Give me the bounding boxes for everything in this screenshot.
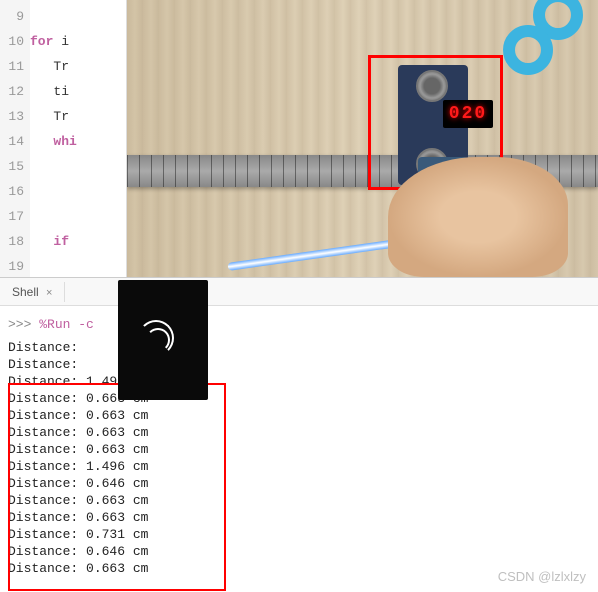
output-line: Distance: 0.663 cm bbox=[8, 492, 590, 509]
output-line: Distance: 0.646 cm bbox=[8, 543, 590, 560]
shell-output[interactable]: >>> %Run -c Distance: Distance: Distance… bbox=[0, 306, 598, 587]
output-line: Distance: 0.663 cm bbox=[8, 441, 590, 458]
photo-overlay: 020 bbox=[127, 0, 598, 277]
hand bbox=[388, 157, 568, 277]
output-line: Distance: bbox=[8, 339, 590, 356]
code-text[interactable]: for i Tr ti Tr whi if bbox=[30, 0, 126, 277]
line-number: 11 bbox=[0, 54, 24, 79]
close-icon[interactable]: × bbox=[46, 287, 52, 299]
line-number-gutter: 9 10 11 12 13 14 15 16 17 18 19 bbox=[0, 0, 30, 277]
code-editor[interactable]: 9 10 11 12 13 14 15 16 17 18 19 for i Tr… bbox=[0, 0, 127, 277]
output-line: Distance: 0.663 cm bbox=[8, 407, 590, 424]
prompt-line: >>> %Run -c bbox=[8, 316, 590, 333]
led-display: 020 bbox=[443, 100, 493, 128]
shell-tab[interactable]: Shell × bbox=[0, 282, 65, 302]
watermark: CSDN @lzlxlzy bbox=[498, 569, 586, 584]
sensor-transducer bbox=[416, 70, 448, 102]
shell-tab-label: Shell bbox=[12, 285, 39, 299]
line-number: 9 bbox=[0, 4, 24, 29]
line-number: 12 bbox=[0, 79, 24, 104]
output-line: Distance: 0.663 cm bbox=[8, 424, 590, 441]
line-number: 10 bbox=[0, 29, 24, 54]
shell-panel: Shell × >>> %Run -c Distance: Distance: … bbox=[0, 278, 598, 592]
line-number: 14 bbox=[0, 129, 24, 154]
line-number: 19 bbox=[0, 254, 24, 277]
line-number: 15 bbox=[0, 154, 24, 179]
line-number: 13 bbox=[0, 104, 24, 129]
shell-tab-bar: Shell × bbox=[0, 278, 598, 306]
run-command: %Run -c bbox=[39, 317, 94, 332]
scissor-handle bbox=[503, 25, 553, 75]
output-line: Distance: 1.496 cm bbox=[8, 458, 590, 475]
output-line: Distance: 0.663 cm bbox=[8, 390, 590, 407]
line-number: 17 bbox=[0, 204, 24, 229]
output-line: Distance: 0.663 cm bbox=[8, 509, 590, 526]
line-number: 16 bbox=[0, 179, 24, 204]
output-line: Distance: 0.731 cm bbox=[8, 526, 590, 543]
rfid-reader bbox=[118, 280, 208, 400]
output-line: Distance: 1.496 cm bbox=[8, 373, 590, 390]
line-number: 18 bbox=[0, 229, 24, 254]
nfc-icon bbox=[138, 320, 174, 356]
output-line: Distance: 0.646 cm bbox=[8, 475, 590, 492]
prompt-symbol: >>> bbox=[8, 317, 31, 332]
output-line: Distance: bbox=[8, 356, 590, 373]
